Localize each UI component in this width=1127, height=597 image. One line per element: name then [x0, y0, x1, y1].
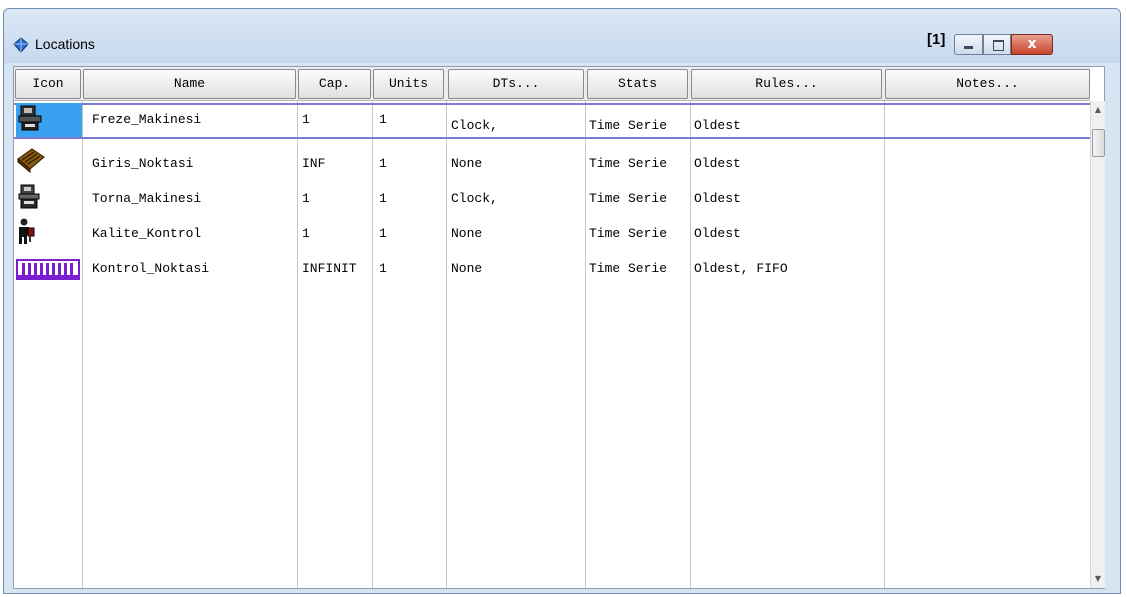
- locations-table: Icon Name Cap. Units DTs... Stats Rules.…: [13, 66, 1105, 589]
- cell-stats[interactable]: Time Serie: [589, 252, 689, 286]
- cell-dts[interactable]: Clock,: [451, 109, 581, 143]
- location-gem-icon: [13, 37, 29, 53]
- cell-notes[interactable]: [888, 182, 1084, 216]
- window-index-label: [1]: [927, 31, 946, 48]
- column-header-icon[interactable]: Icon: [15, 69, 81, 99]
- row-icon-cell[interactable]: [16, 217, 82, 251]
- table-row[interactable]: Freze_Makinesi 1 1 Clock, Time Serie Old…: [14, 103, 1090, 139]
- cell-cap[interactable]: INFINIT: [302, 252, 370, 286]
- column-header-name[interactable]: Name: [83, 69, 296, 99]
- cell-notes[interactable]: [888, 217, 1084, 251]
- pallet-icon: [17, 148, 45, 174]
- close-button[interactable]: x: [1011, 34, 1053, 55]
- cell-stats[interactable]: Time Serie: [589, 182, 689, 216]
- row-icon-cell[interactable]: [16, 252, 82, 286]
- table-row[interactable]: Kontrol_Noktasi INFINIT 1 None Time Seri…: [14, 252, 1090, 288]
- row-icon-cell[interactable]: [16, 103, 82, 137]
- cell-units[interactable]: 1: [379, 103, 441, 137]
- cell-rules[interactable]: Oldest: [694, 182, 880, 216]
- maximize-button[interactable]: [983, 34, 1011, 55]
- table-header: Icon Name Cap. Units DTs... Stats Rules.…: [14, 67, 1090, 101]
- cell-cap[interactable]: 1: [302, 182, 368, 216]
- dts-button[interactable]: DTs...: [448, 69, 584, 99]
- column-header-cap[interactable]: Cap.: [298, 69, 371, 99]
- worker-icon: [19, 218, 35, 244]
- cell-rules[interactable]: Oldest: [694, 217, 880, 251]
- table-row[interactable]: Giris_Noktasi INF 1 None Time Serie Olde…: [14, 147, 1090, 183]
- rules-button[interactable]: Rules...: [691, 69, 882, 99]
- row-icon-cell[interactable]: [16, 182, 82, 216]
- cell-stats[interactable]: Time Serie: [589, 109, 689, 143]
- window-title: Locations: [35, 36, 95, 52]
- cell-units[interactable]: 1: [379, 147, 441, 181]
- scroll-down-icon[interactable]: ▼: [1091, 572, 1105, 586]
- cell-rules[interactable]: Oldest: [694, 109, 880, 143]
- cell-stats[interactable]: Time Serie: [589, 217, 689, 251]
- scroll-thumb[interactable]: [1092, 129, 1105, 157]
- cell-rules[interactable]: Oldest: [694, 147, 880, 181]
- cell-notes[interactable]: [888, 252, 1084, 286]
- cell-name[interactable]: Giris_Noktasi: [92, 147, 292, 181]
- cell-units[interactable]: 1: [379, 217, 441, 251]
- vertical-scrollbar[interactable]: ▲ ▼: [1090, 101, 1105, 588]
- locations-window: Locations [1] x Icon Name Cap. Units DTs…: [3, 8, 1121, 594]
- cell-cap[interactable]: INF: [302, 147, 368, 181]
- cell-dts[interactable]: None: [451, 252, 581, 286]
- table-row[interactable]: Torna_Makinesi 1 1 Clock, Time Serie Old…: [14, 182, 1090, 218]
- cell-dts[interactable]: None: [451, 217, 581, 251]
- cell-stats[interactable]: Time Serie: [589, 147, 689, 181]
- cell-dts[interactable]: Clock,: [451, 182, 581, 216]
- cell-notes[interactable]: [888, 147, 1084, 181]
- milling-machine-icon: [18, 105, 42, 131]
- minimize-button[interactable]: [954, 34, 983, 55]
- cell-notes[interactable]: [888, 109, 1084, 143]
- notes-button[interactable]: Notes...: [885, 69, 1090, 99]
- cell-name[interactable]: Kalite_Kontrol: [92, 217, 292, 251]
- conveyor-icon: [16, 259, 80, 280]
- cell-name[interactable]: Freze_Makinesi: [92, 103, 292, 137]
- cell-cap[interactable]: 1: [302, 103, 368, 137]
- cell-rules[interactable]: Oldest, FIFO: [694, 252, 880, 286]
- row-icon-cell[interactable]: [16, 147, 82, 181]
- cell-name[interactable]: Kontrol_Noktasi: [92, 252, 292, 286]
- cell-name[interactable]: Torna_Makinesi: [92, 182, 292, 216]
- cell-units[interactable]: 1: [379, 182, 441, 216]
- cell-dts[interactable]: None: [451, 147, 581, 181]
- scroll-up-icon[interactable]: ▲: [1091, 103, 1105, 117]
- title-bar[interactable]: Locations [1] x: [4, 9, 1120, 63]
- table-row[interactable]: Kalite_Kontrol 1 1 None Time Serie Oldes…: [14, 217, 1090, 253]
- lathe-machine-icon: [18, 184, 40, 209]
- close-icon: x: [1027, 36, 1037, 52]
- cell-units[interactable]: 1: [379, 252, 441, 286]
- column-header-units[interactable]: Units: [373, 69, 444, 99]
- cell-cap[interactable]: 1: [302, 217, 368, 251]
- stats-button[interactable]: Stats: [587, 69, 688, 99]
